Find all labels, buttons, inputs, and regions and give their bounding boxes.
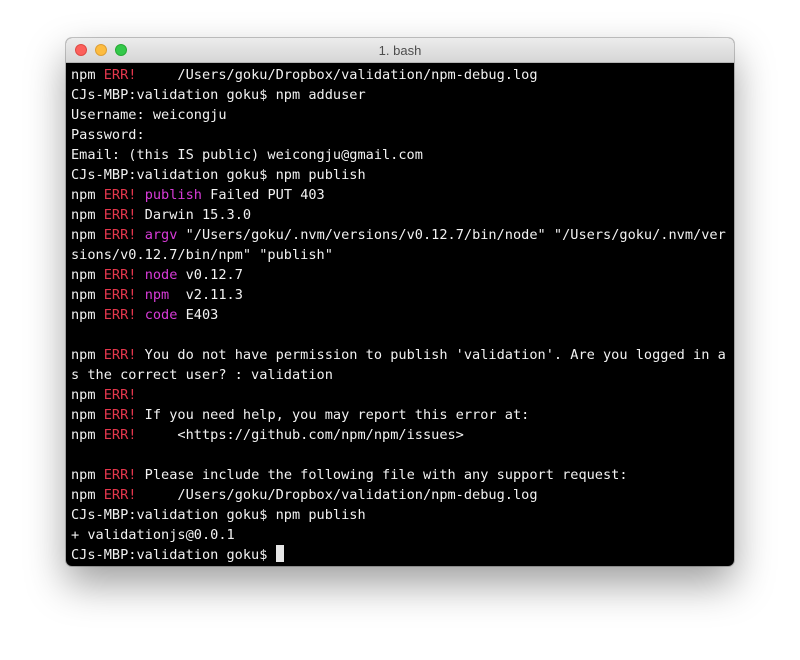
terminal-line: Email: (this IS public) weicongju@gmail.… (71, 145, 734, 165)
terminal-text: npm (71, 407, 104, 423)
terminal-output[interactable]: npm ERR! /Users/goku/Dropbox/validation/… (66, 63, 734, 566)
terminal-text: "/Users/goku/.nvm/versions/v0.12.7/bin/n… (177, 227, 726, 243)
error-tag: ERR! (103, 67, 137, 83)
terminal-text: npm (71, 267, 104, 283)
terminal-line: npm ERR! code E403 (71, 305, 734, 325)
terminal-text: <https://github.com/npm/npm/issues> (136, 427, 464, 443)
error-tag: ERR! (103, 267, 137, 283)
terminal-line: Username: weicongju (71, 105, 734, 125)
terminal-text: npm (71, 387, 104, 403)
npm-keyword: npm (144, 287, 170, 303)
terminal-line: Password: (71, 125, 734, 145)
error-tag: ERR! (103, 407, 137, 423)
terminal-line: npm ERR! <https://github.com/npm/npm/iss… (71, 425, 734, 445)
text-cursor (275, 545, 284, 562)
terminal-text: v2.11.3 (169, 287, 243, 303)
terminal-text: Password: (71, 127, 145, 143)
terminal-text: + validationjs@0.0.1 (71, 527, 235, 543)
terminal-text: /Users/goku/Dropbox/validation/npm-debug… (136, 67, 538, 83)
terminal-line: npm ERR! npm v2.11.3 (71, 285, 734, 305)
terminal-text: npm (71, 207, 104, 223)
terminal-line: npm ERR! /Users/goku/Dropbox/validation/… (71, 485, 734, 505)
terminal-line: npm ERR! Please include the following fi… (71, 465, 734, 485)
npm-keyword: publish (144, 187, 202, 203)
error-tag: ERR! (103, 307, 137, 323)
error-tag: ERR! (103, 387, 137, 403)
terminal-text: Failed PUT 403 (201, 187, 325, 203)
terminal-line: npm ERR! /Users/goku/Dropbox/validation/… (71, 65, 734, 85)
error-tag: ERR! (103, 487, 137, 503)
terminal-line: npm ERR! (71, 385, 734, 405)
npm-keyword: argv (144, 227, 178, 243)
terminal-text: s the correct user? : validation (71, 367, 333, 383)
terminal-window: 1. bash npm ERR! /Users/goku/Dropbox/val… (66, 38, 734, 566)
terminal-line: + validationjs@0.0.1 (71, 525, 734, 545)
error-tag: ERR! (103, 287, 137, 303)
terminal-line: sions/v0.12.7/bin/npm" "publish" (71, 245, 734, 265)
terminal-text: npm (71, 227, 104, 243)
terminal-text: npm (71, 427, 104, 443)
terminal-text: npm (71, 187, 104, 203)
terminal-line: CJs-MBP:validation goku$ npm publish (71, 165, 734, 185)
terminal-text: Darwin 15.3.0 (136, 207, 252, 223)
terminal-line: npm ERR! node v0.12.7 (71, 265, 734, 285)
terminal-line: s the correct user? : validation (71, 365, 734, 385)
terminal-text: CJs-MBP:validation goku$ npm publish (71, 507, 366, 523)
terminal-text: Username: weicongju (71, 107, 227, 123)
terminal-text: CJs-MBP:validation goku$ (71, 547, 276, 563)
error-tag: ERR! (103, 467, 137, 483)
terminal-text: If you need help, you may report this er… (136, 407, 530, 423)
terminal-text: E403 (177, 307, 219, 323)
terminal-line: npm ERR! If you need help, you may repor… (71, 405, 734, 425)
terminal-line: npm ERR! You do not have permission to p… (71, 345, 734, 365)
error-tag: ERR! (103, 347, 137, 363)
error-tag: ERR! (103, 427, 137, 443)
terminal-line: CJs-MBP:validation goku$ npm adduser (71, 85, 734, 105)
terminal-line: npm ERR! argv "/Users/goku/.nvm/versions… (71, 225, 734, 245)
terminal-text: CJs-MBP:validation goku$ npm adduser (71, 87, 366, 103)
terminal-text: Email: (this IS public) weicongju@gmail.… (71, 147, 423, 163)
terminal-text: npm (71, 467, 104, 483)
terminal-text: You do not have permission to publish 'v… (136, 347, 726, 363)
terminal-text: npm (71, 347, 104, 363)
terminal-text: CJs-MBP:validation goku$ npm publish (71, 167, 366, 183)
npm-keyword: code (144, 307, 178, 323)
terminal-text: Please include the following file with a… (136, 467, 628, 483)
error-tag: ERR! (103, 227, 137, 243)
title-bar[interactable]: 1. bash (66, 38, 734, 63)
terminal-line: npm ERR! Darwin 15.3.0 (71, 205, 734, 225)
terminal-text: npm (71, 67, 104, 83)
terminal-text: npm (71, 487, 104, 503)
terminal-line: npm ERR! publish Failed PUT 403 (71, 185, 734, 205)
terminal-text: /Users/goku/Dropbox/validation/npm-debug… (136, 487, 538, 503)
terminal-line: CJs-MBP:validation goku$ (71, 545, 734, 565)
terminal-text: v0.12.7 (177, 267, 243, 283)
error-tag: ERR! (103, 207, 137, 223)
error-tag: ERR! (103, 187, 137, 203)
terminal-line: CJs-MBP:validation goku$ npm publish (71, 505, 734, 525)
npm-keyword: node (144, 267, 178, 283)
window-title: 1. bash (378, 43, 422, 58)
terminal-text: npm (71, 307, 104, 323)
terminal-text: npm (71, 287, 104, 303)
terminal-text: sions/v0.12.7/bin/npm" "publish" (71, 247, 333, 263)
